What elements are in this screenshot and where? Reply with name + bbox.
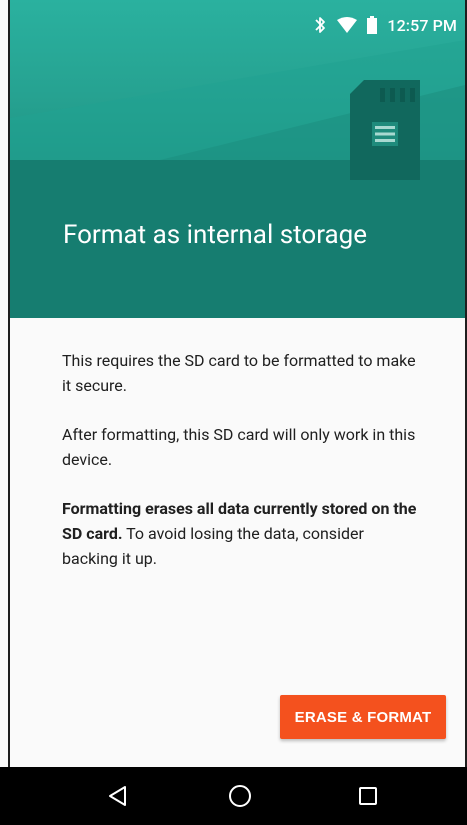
page-title: Format as internal storage <box>63 220 368 250</box>
navigation-bar <box>0 767 467 825</box>
description-paragraph: This requires the SD card to be formatte… <box>62 351 416 395</box>
status-bar: 12:57 PM <box>10 0 465 48</box>
erase-format-button[interactable]: ERASE & FORMAT <box>280 695 446 739</box>
header-banner: 12:57 PM Format as internal storage <box>10 0 465 318</box>
wifi-icon <box>337 17 358 33</box>
warning-paragraph: After formatting, this SD card will only… <box>62 425 416 469</box>
back-button[interactable] <box>88 767 148 825</box>
recents-button[interactable] <box>338 767 398 825</box>
status-icons: 12:57 PM <box>313 13 457 37</box>
device-frame: 12:57 PM Format as internal storage This… <box>0 0 467 825</box>
back-icon <box>109 786 126 806</box>
status-time: 12:57 PM <box>387 15 457 35</box>
screen: 12:57 PM Format as internal storage This… <box>10 0 465 825</box>
battery-icon <box>367 16 378 34</box>
recents-icon <box>359 787 377 805</box>
home-button[interactable] <box>210 767 270 825</box>
sd-card-icon <box>350 80 420 180</box>
home-icon <box>229 785 251 807</box>
content-body: This requires the SD card to be formatte… <box>62 348 422 595</box>
backup-paragraph: Formatting erases all data currently sto… <box>62 496 422 571</box>
bluetooth-icon <box>315 17 326 33</box>
